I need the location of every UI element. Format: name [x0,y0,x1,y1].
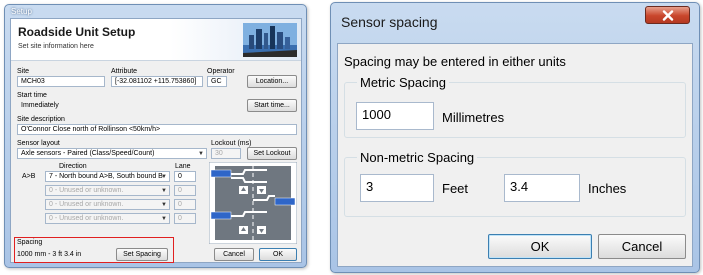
operator-field[interactable]: GC [207,76,227,87]
sensor-layout-label: Sensor layout [17,140,60,147]
set-lockout-button[interactable]: Set Lockout [247,147,297,160]
direction-value-2: 0 - Unused or unknown. [49,187,124,194]
direction-value-3: 0 - Unused or unknown. [49,201,124,208]
sensor-spacing-window: Sensor spacing Spacing may be entered in… [330,2,700,273]
sensor-spacing-client: Spacing may be entered in either units M… [337,43,693,267]
direction-prefix-1: A>B [22,173,36,180]
direction-select-1[interactable]: 7 - North bound A>B, South bound B ▼ [45,171,170,182]
start-time-button[interactable]: Start time... [247,99,297,112]
feet-label: Feet [442,181,469,196]
setup-window-title: Setup [11,7,32,16]
set-spacing-button[interactable]: Set Spacing [116,248,168,261]
direction-select-3: 0 - Unused or unknown. ▼ [45,199,170,210]
cancel-button[interactable]: Cancel [598,234,686,259]
spacing-value: 1000 mm - 3 ft 3.4 in [17,251,82,258]
attribute-field[interactable]: [-32.081102 +115.753860] [111,76,203,87]
cancel-button[interactable]: Cancel [214,248,254,261]
header-title: Roadside Unit Setup [18,25,136,39]
road-sensor-diagram [209,162,297,244]
chevron-down-icon: ▼ [198,151,204,157]
site-description-field[interactable]: O'Connor Close north of Rollinson <50km/… [17,124,297,135]
close-icon [662,10,674,21]
sensor-spacing-title: Sensor spacing [341,14,438,30]
ok-button[interactable]: OK [488,234,592,259]
lane-header: Lane [175,163,191,170]
direction-header: Direction [59,163,87,170]
chevron-down-icon: ▼ [161,174,167,180]
inches-label: Inches [588,181,627,196]
lane-field-2: 0 [174,185,196,196]
header-banner: Roadside Unit Setup Set site information… [11,19,301,61]
nonmetric-spacing-label: Non-metric Spacing [357,150,478,165]
direction-value-1: 7 - North bound A>B, South bound B [49,173,163,180]
close-button[interactable] [645,6,690,24]
feet-input[interactable]: 3 [360,174,434,202]
metric-spacing-input[interactable]: 1000 [356,102,434,130]
start-time-label: Start time [17,92,47,99]
chevron-down-icon: ▼ [161,202,167,208]
direction-select-4: 0 - Unused or unknown. ▼ [45,213,170,224]
chevron-down-icon: ▼ [161,216,167,222]
attribute-label: Attribute [111,68,138,75]
lane-field-4: 0 [174,213,196,224]
site-field[interactable]: MCH03 [17,76,105,87]
lockout-label: Lockout (ms) [211,140,252,147]
lane-field-1[interactable]: 0 [174,171,196,182]
site-description-label: Site description [17,116,65,123]
ok-button[interactable]: OK [259,248,297,261]
city-skyline-icon [243,23,297,57]
sensor-layout-value: Axle sensors - Paired (Class/Speed/Count… [21,150,155,157]
direction-select-2: 0 - Unused or unknown. ▼ [45,185,170,196]
location-button[interactable]: Location... [247,75,297,88]
intro-text: Spacing may be entered in either units [344,54,566,69]
spacing-label: Spacing [17,239,43,246]
chevron-down-icon: ▼ [161,188,167,194]
setup-client-area: Roadside Unit Setup Set site information… [10,18,302,263]
start-time-field: Immediately [17,100,229,111]
metric-spacing-label: Metric Spacing [357,75,449,90]
sensor-layout-select[interactable]: Axle sensors - Paired (Class/Speed/Count… [17,148,207,159]
operator-label: Operator [207,68,235,75]
lockout-field: 30 [211,148,241,159]
inches-input[interactable]: 3.4 [504,174,580,202]
header-subtitle: Set site information here [18,43,94,50]
direction-value-4: 0 - Unused or unknown. [49,215,124,222]
site-label: Site [17,68,30,75]
millimetres-label: Millimetres [442,110,505,125]
lane-field-3: 0 [174,199,196,210]
setup-window: Setup Roadside Unit Setup Set site infor… [4,4,307,268]
